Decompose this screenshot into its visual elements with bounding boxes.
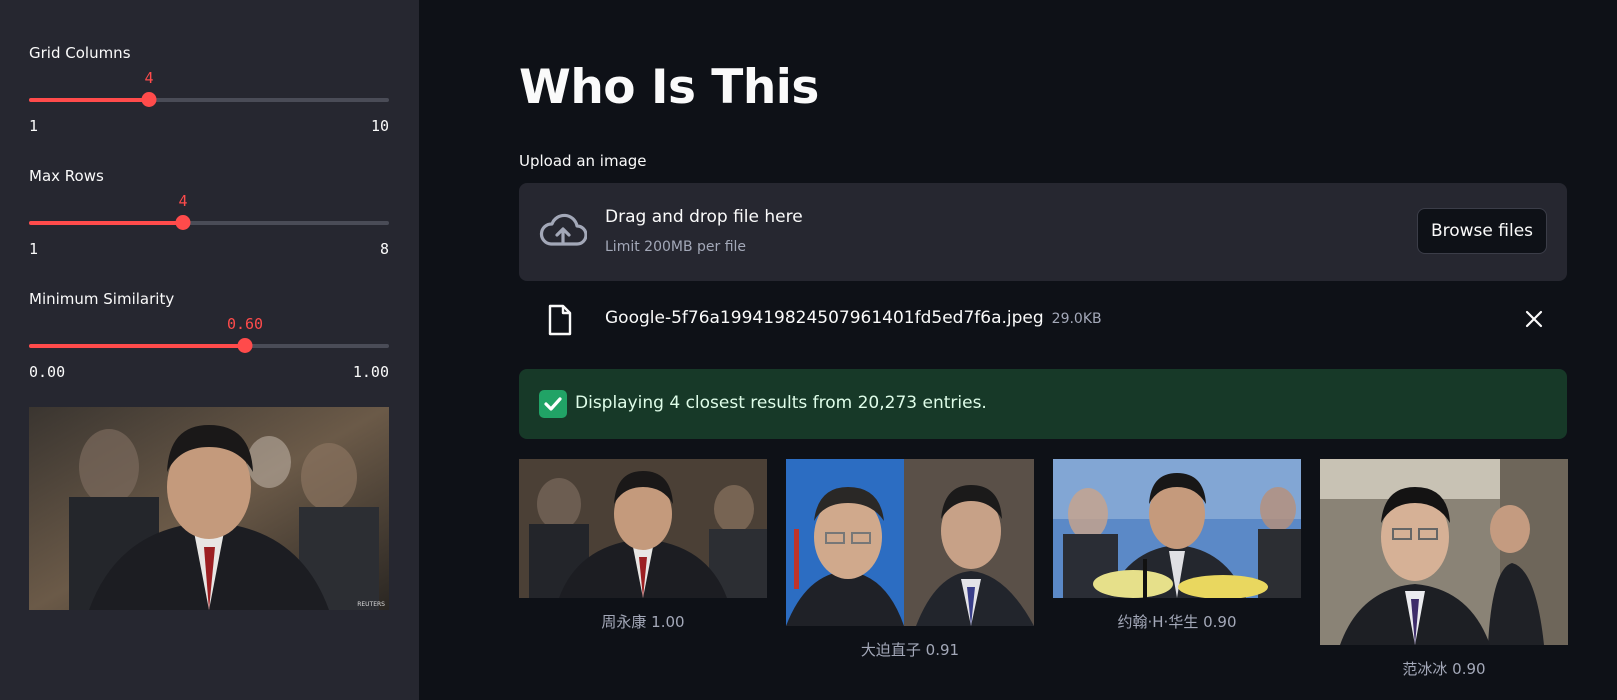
check-icon <box>539 390 567 418</box>
slider-label: Max Rows <box>29 167 104 185</box>
slider-value: 0.60 <box>226 315 264 333</box>
upload-label: Upload an image <box>519 152 647 170</box>
success-message: Displaying 4 closest results from 20,273… <box>575 393 987 413</box>
slider-min: 1 <box>29 117 39 135</box>
result-image <box>519 459 767 598</box>
result-caption: 范冰冰 0.90 <box>1402 660 1486 678</box>
close-icon[interactable] <box>1525 310 1543 328</box>
slider-label: Grid Columns <box>29 44 131 62</box>
slider-thumb[interactable] <box>237 338 253 353</box>
slider-max: 8 <box>379 240 389 258</box>
browse-files-button[interactable]: Browse files <box>1417 208 1547 254</box>
result-card: 大迫直子 0.91 <box>786 459 1034 664</box>
file-icon <box>548 304 572 336</box>
slider-grid-columns[interactable]: Grid Columns 4 1 10 <box>29 44 389 144</box>
sidebar: Grid Columns 4 1 10 Max Rows 4 1 8 Minim… <box>0 0 419 700</box>
file-dropzone[interactable]: Drag and drop file here Limit 200MB per … <box>519 183 1567 281</box>
slider-min: 1 <box>29 240 39 258</box>
slider-track[interactable] <box>29 92 389 107</box>
portrait-image <box>29 407 389 610</box>
result-caption: 周永康 1.00 <box>601 613 685 631</box>
result-caption: 大迫直子 0.91 <box>860 641 960 659</box>
result-card: 周永康 1.00 <box>519 459 767 639</box>
file-name-container: Google-5f76a199419824507961401fd5ed7f6a.… <box>605 308 1102 328</box>
slider-thumb[interactable] <box>141 92 157 107</box>
slider-thumb[interactable] <box>175 215 191 230</box>
drop-title: Drag and drop file here <box>605 207 803 227</box>
file-name: Google-5f76a199419824507961401fd5ed7f6a.… <box>605 308 1044 328</box>
result-image <box>786 459 1034 626</box>
slider-fill <box>29 344 245 348</box>
uploaded-file-row: Google-5f76a199419824507961401fd5ed7f6a.… <box>519 296 1567 342</box>
slider-value: 4 <box>144 69 154 87</box>
watermark-text: REUTERS <box>357 601 385 608</box>
success-alert: Displaying 4 closest results from 20,273… <box>519 369 1567 439</box>
file-size: 29.0KB <box>1051 311 1102 327</box>
slider-value: 4 <box>178 192 188 210</box>
slider-fill <box>29 221 183 225</box>
uploaded-image-preview: REUTERS <box>29 407 389 610</box>
result-card: 约翰·H·华生 0.90 <box>1053 459 1301 639</box>
result-card: 范冰冰 0.90 <box>1320 459 1568 681</box>
slider-min: 0.00 <box>29 363 66 381</box>
result-caption: 约翰·H·华生 0.90 <box>1117 613 1237 631</box>
slider-label: Minimum Similarity <box>29 290 175 308</box>
slider-minimum-similarity[interactable]: Minimum Similarity 0.60 0.00 1.00 <box>29 290 389 390</box>
slider-max: 10 <box>370 117 389 135</box>
slider-max-rows[interactable]: Max Rows 4 1 8 <box>29 167 389 267</box>
result-image <box>1320 459 1568 645</box>
result-image <box>1053 459 1301 598</box>
slider-track[interactable] <box>29 338 389 353</box>
page-title: Who Is This <box>519 60 819 115</box>
slider-max: 1.00 <box>352 363 389 381</box>
slider-fill <box>29 98 149 102</box>
drop-limit: Limit 200MB per file <box>605 239 747 255</box>
cloud-upload-icon <box>539 213 587 246</box>
slider-track[interactable] <box>29 215 389 230</box>
